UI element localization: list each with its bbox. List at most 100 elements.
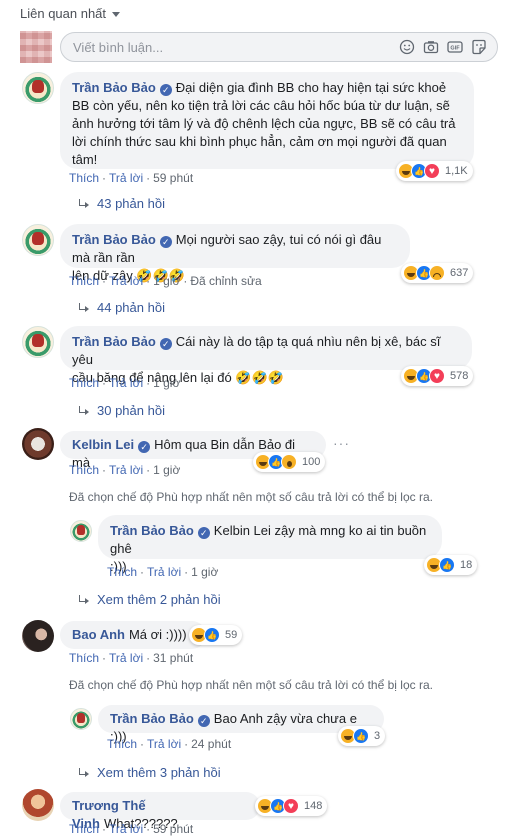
- reaction-summary[interactable]: 578: [401, 366, 474, 386]
- reply-link[interactable]: Trả lời: [147, 737, 181, 751]
- comment-time[interactable]: 1 giờ: [153, 463, 180, 477]
- comment-actions: Thích · Trả lời · 59 phút: [69, 822, 194, 836]
- love-reaction-icon: [283, 798, 299, 814]
- reply-link[interactable]: Trả lời: [109, 171, 143, 185]
- comment-time[interactable]: 59 phút: [153, 171, 193, 185]
- commenter-name[interactable]: Trần Bảo Bảo: [110, 523, 194, 538]
- comment-time[interactable]: 1 giờ: [191, 565, 218, 579]
- commenter-name[interactable]: Bao Anh: [72, 627, 125, 642]
- like-link[interactable]: Thích: [69, 171, 99, 185]
- reply-avatar[interactable]: [70, 708, 92, 730]
- comment-text-line: lời chính thức sau khi bình phục hẳn, cả…: [72, 134, 447, 149]
- reply-actions: Thích · Trả lời · 24 phút: [107, 737, 232, 751]
- comment-actions: Thích · Trả lời · 59 phút: [69, 171, 194, 185]
- reply-link[interactable]: Trả lời: [109, 651, 143, 665]
- comment-text: Má ơi :)))): [128, 627, 187, 642]
- reply-bubble: Trần Bảo Bảo ✓ Kelbin Lei zậy mà mng ko ai…: [98, 515, 442, 574]
- commenter-avatar[interactable]: [22, 789, 54, 821]
- reply-link[interactable]: Trả lời: [109, 822, 143, 836]
- view-more-replies-link[interactable]: Xem thêm 3 phản hồi: [77, 765, 221, 780]
- reaction-count: 148: [304, 800, 323, 812]
- commenter-avatar[interactable]: [22, 72, 54, 104]
- comment-bubble: Trần Bảo Bảo ✓ Mọi người sao zậy, tui có n…: [60, 224, 410, 283]
- reaction-summary[interactable]: 1,1K: [396, 161, 473, 181]
- comment-time[interactable]: 31 phút: [153, 651, 193, 665]
- reaction-count: 1,1K: [445, 165, 468, 177]
- commenter-name[interactable]: Trần Bảo Bảo: [72, 80, 156, 95]
- comment-text-line: BB còn yếu, nên ko tiện trả lời các câu …: [72, 98, 450, 113]
- reply-avatar[interactable]: [70, 520, 92, 542]
- reaction-summary[interactable]: 100: [253, 452, 326, 472]
- comment-input-placeholder: Viết bình luận...: [73, 39, 164, 55]
- comment-bubble: Trương Thế Vinh What??????: [60, 792, 260, 831]
- comment-time[interactable]: 1 giờ: [153, 376, 180, 390]
- camera-icon[interactable]: [423, 39, 439, 55]
- love-reaction-icon: [424, 163, 440, 179]
- reaction-summary[interactable]: 59: [189, 625, 243, 645]
- filter-notice: Đã chọn chế độ Phù hợp nhất nên một số c…: [69, 490, 433, 504]
- edited-label[interactable]: Đã chỉnh sửa: [190, 274, 261, 288]
- view-replies-link[interactable]: 44 phản hồi: [77, 300, 165, 315]
- commenter-avatar[interactable]: [22, 620, 54, 652]
- commenter-name[interactable]: Trần Bảo Bảo: [72, 334, 156, 349]
- view-replies-link[interactable]: 43 phản hồi: [77, 196, 165, 211]
- svg-text:GIF: GIF: [450, 46, 460, 52]
- comment-time[interactable]: 59 phút: [153, 822, 193, 836]
- sort-dropdown[interactable]: Liên quan nhất: [20, 6, 121, 21]
- comment-bubble: Trần Bảo Bảo ✓ Đại diện gia đình BB cho ha…: [60, 72, 474, 169]
- sticker-icon[interactable]: [471, 39, 487, 55]
- comment-composer[interactable]: Viết bình luận... GIF: [60, 32, 498, 62]
- love-reaction-icon: [429, 368, 445, 384]
- commenter-avatar[interactable]: [22, 428, 54, 460]
- comment-bubble: Trần Bảo Bảo ✓ Cái này là do tập tạ quá nh…: [60, 326, 472, 385]
- like-link[interactable]: Thích: [69, 274, 99, 288]
- comment-actions: Thích · Trả lời · 1 giờ: [69, 376, 181, 390]
- comment-actions: Thích · Trả lời · 1 giờ · Đã chỉnh sửa: [69, 274, 262, 288]
- sort-label: Liên quan nhất: [20, 6, 107, 21]
- caret-down-icon: [112, 11, 121, 17]
- reply-link[interactable]: Trả lời: [147, 565, 181, 579]
- current-user-avatar: [20, 31, 52, 63]
- commenter-name[interactable]: Trần Bảo Bảo: [72, 232, 156, 247]
- more-options-icon[interactable]: ···: [333, 435, 350, 451]
- reaction-summary[interactable]: 148: [255, 796, 328, 816]
- reaction-summary[interactable]: 18: [424, 555, 478, 575]
- reply-arrow-icon: [77, 767, 89, 779]
- emoji-icon[interactable]: [399, 39, 415, 55]
- gif-icon[interactable]: GIF: [447, 39, 463, 55]
- filter-notice: Đã chọn chế độ Phù hợp nhất nên một số c…: [69, 678, 433, 692]
- commenter-name[interactable]: Trần Bảo Bảo: [110, 711, 194, 726]
- like-reaction-icon: [204, 627, 220, 643]
- wow-reaction-icon: [281, 454, 297, 470]
- comment-time[interactable]: 24 phút: [191, 737, 231, 751]
- comment-actions: Thích · Trả lời · 31 phút: [69, 651, 194, 665]
- like-link[interactable]: Thích: [107, 565, 137, 579]
- comment-actions: Thích · Trả lời · 1 giờ: [69, 463, 181, 477]
- like-link[interactable]: Thích: [107, 737, 137, 751]
- like-link[interactable]: Thích: [69, 376, 99, 390]
- reply-link[interactable]: Trả lời: [109, 463, 143, 477]
- reply-arrow-icon: [77, 198, 89, 210]
- commenter-avatar[interactable]: [22, 326, 54, 358]
- reaction-summary[interactable]: 3: [338, 726, 386, 746]
- view-more-replies-link[interactable]: Xem thêm 2 phản hồi: [77, 592, 221, 607]
- comment-time[interactable]: 1 giờ: [153, 274, 180, 288]
- view-replies-link[interactable]: 30 phản hồi: [77, 403, 165, 418]
- sad-reaction-icon: [429, 265, 445, 281]
- reply-link[interactable]: Trả lời: [109, 274, 143, 288]
- comment-text-line: tâm!: [72, 152, 98, 167]
- reply-actions: Thích · Trả lời · 1 giờ: [107, 565, 219, 579]
- like-link[interactable]: Thích: [69, 822, 99, 836]
- commenter-name[interactable]: Kelbin Lei: [72, 437, 134, 452]
- reply-link[interactable]: Trả lời: [109, 376, 143, 390]
- reaction-count: 3: [374, 730, 381, 742]
- like-link[interactable]: Thích: [69, 651, 99, 665]
- reaction-summary[interactable]: 637: [401, 263, 474, 283]
- commenter-avatar[interactable]: [22, 224, 54, 256]
- reaction-count: 59: [225, 629, 238, 641]
- like-link[interactable]: Thích: [69, 463, 99, 477]
- comment-text-line: ảnh hưởng tới tâm lý và độ chênh lệch củ…: [72, 116, 456, 131]
- like-reaction-icon: [353, 728, 369, 744]
- verified-badge-icon: ✓: [197, 527, 210, 539]
- like-reaction-icon: [439, 557, 455, 573]
